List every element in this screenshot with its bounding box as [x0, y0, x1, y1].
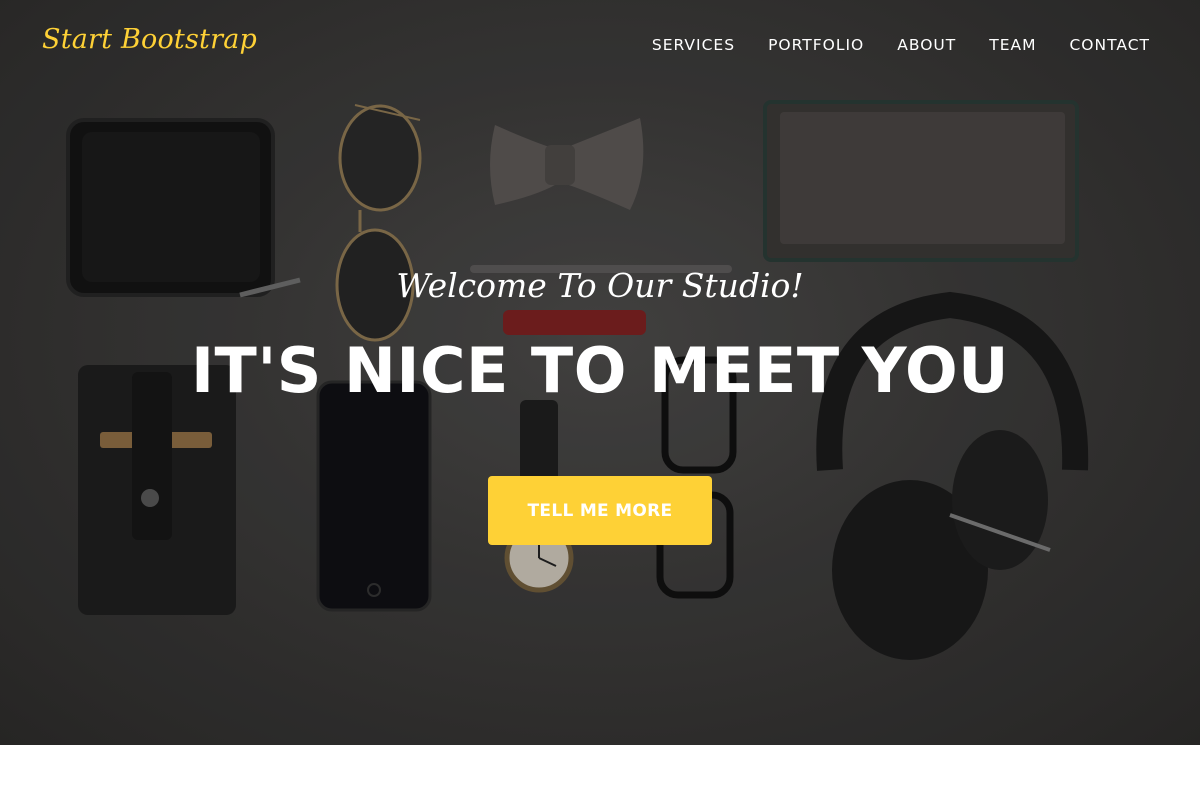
hero-section: Start Bootstrap SERVICES PORTFOLIO ABOUT… [0, 0, 1200, 745]
hero-content: Welcome To Our Studio! IT'S NICE TO MEET… [0, 0, 1200, 745]
hero-heading: IT'S NICE TO MEET YOU [190, 334, 1010, 407]
tell-me-more-button[interactable]: TELL ME MORE [488, 476, 712, 545]
hero-subheading: Welcome To Our Studio! [396, 266, 804, 305]
